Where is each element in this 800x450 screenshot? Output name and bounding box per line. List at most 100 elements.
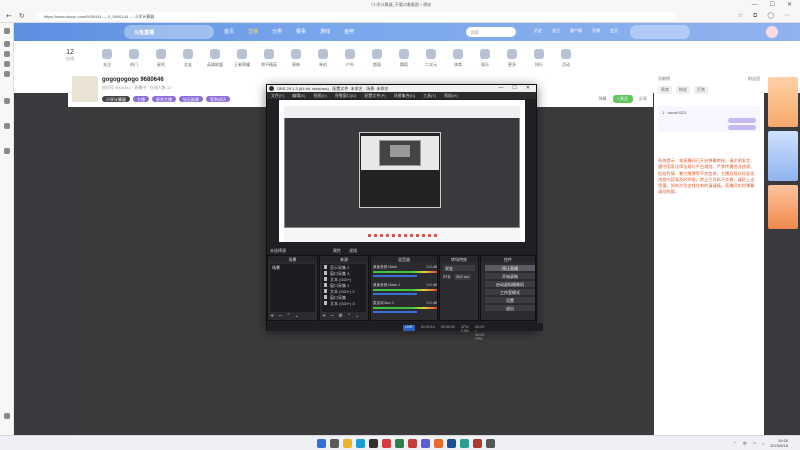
- file-explorer-icon[interactable]: [343, 439, 352, 448]
- tray-chevron-icon[interactable]: ⌃: [733, 441, 736, 446]
- volume-icon[interactable]: ♪: [762, 441, 764, 446]
- category-item[interactable]: 热门: [119, 49, 149, 68]
- duration-input[interactable]: 300 ms: [454, 274, 472, 280]
- share-button[interactable]: 分享: [639, 96, 647, 102]
- source-settings-icon[interactable]: ⚙: [338, 313, 342, 319]
- ad-banner[interactable]: [768, 131, 798, 181]
- nav-link[interactable]: 首页: [224, 28, 234, 35]
- sidebar-tabs-icon[interactable]: [4, 28, 10, 34]
- control-button[interactable]: 开始录制: [485, 273, 535, 279]
- volume-slider[interactable]: [373, 293, 417, 295]
- obs-icon[interactable]: [369, 439, 378, 448]
- favorite-icon[interactable]: ☆: [738, 12, 743, 20]
- url-field[interactable]: https://www.douyu.com/9000441 — 0_900014…: [36, 12, 676, 21]
- ad-banner[interactable]: [768, 77, 798, 127]
- obs-menu-item[interactable]: 停靠窗口(D): [335, 93, 357, 98]
- streamer-tag[interactable]: 签到成功: [206, 96, 230, 102]
- app-icon[interactable]: [473, 439, 482, 448]
- obs-maximize-button[interactable]: ☐: [512, 85, 516, 91]
- obs-close-button[interactable]: ✕: [526, 85, 530, 91]
- control-button[interactable]: 工作室模式: [485, 289, 535, 295]
- site-search-input[interactable]: 搜索: [466, 27, 516, 37]
- user-avatar[interactable]: [766, 26, 778, 38]
- source-item[interactable]: 文本 (GDI+) 3: [322, 300, 366, 306]
- close-button[interactable]: ✕: [787, 1, 792, 8]
- chat-filter-button[interactable]: 打赏: [694, 86, 708, 94]
- sidebar-apps-icon[interactable]: [4, 71, 10, 77]
- app-icon[interactable]: [447, 439, 456, 448]
- tab-rank[interactable]: 贡献榜: [658, 76, 670, 82]
- streamer-tag[interactable]: 小学计算器: [102, 96, 130, 102]
- category-item[interactable]: 交友: [173, 49, 203, 68]
- volume-slider[interactable]: [373, 311, 417, 313]
- obs-menu-item[interactable]: 配置文件(P): [364, 93, 385, 98]
- streamer-tag[interactable]: 星秀主播: [152, 96, 176, 102]
- nav-right-link[interactable]: 历史: [534, 28, 542, 34]
- app-icon[interactable]: [408, 439, 417, 448]
- sidebar-downloads-icon[interactable]: [4, 61, 10, 67]
- sidebar-history-icon[interactable]: [4, 51, 10, 57]
- remove-source-button[interactable]: −: [330, 313, 334, 319]
- streamer-avatar[interactable]: [72, 76, 98, 102]
- obs-menu-item[interactable]: 帮助(H): [444, 93, 458, 98]
- menu-icon[interactable]: ⋯: [784, 12, 790, 20]
- tab-fans[interactable]: 粉丝团: [748, 76, 760, 82]
- wifi-icon[interactable]: ◠: [753, 441, 757, 446]
- app-icon[interactable]: [434, 439, 443, 448]
- streamer-tag[interactable]: 钻石勋章: [179, 96, 203, 102]
- app-icon[interactable]: [395, 439, 404, 448]
- refresh-button[interactable]: ↻: [19, 12, 25, 20]
- input-language[interactable]: 中: [743, 441, 747, 447]
- category-item[interactable]: 和平精英: [254, 49, 284, 68]
- site-promo-banner[interactable]: [630, 25, 690, 39]
- sidebar-games-icon[interactable]: [4, 123, 10, 129]
- control-button[interactable]: 停止直播: [485, 265, 535, 271]
- search-icon[interactable]: [330, 439, 339, 448]
- category-item[interactable]: 活动: [551, 49, 581, 68]
- sidebar-gift-icon[interactable]: [4, 148, 10, 154]
- app-icon[interactable]: [382, 439, 391, 448]
- app-icon[interactable]: [421, 439, 430, 448]
- obs-menu-item[interactable]: 视图(V): [313, 93, 326, 98]
- nav-link[interactable]: 游戏: [320, 28, 330, 35]
- nav-right-link[interactable]: 开播: [592, 28, 600, 34]
- transition-select[interactable]: 渐变: [443, 265, 475, 271]
- nav-right-link[interactable]: 关注: [552, 28, 560, 34]
- category-item[interactable]: 户外: [335, 49, 365, 68]
- category-item[interactable]: 单机: [308, 49, 338, 68]
- category-item[interactable]: 娱乐: [470, 49, 500, 68]
- tray-clock[interactable]: 19:30 2023/8/18: [770, 438, 788, 448]
- maximize-button[interactable]: ☐: [770, 1, 775, 8]
- category-item[interactable]: 原神: [281, 49, 311, 68]
- nav-link[interactable]: 分类: [272, 28, 282, 35]
- obs-menu-item[interactable]: 文件(F): [271, 93, 284, 98]
- sidebar-favorites-icon[interactable]: [4, 41, 10, 47]
- control-button[interactable]: 退出: [485, 305, 535, 311]
- back-button[interactable]: ←: [6, 12, 12, 20]
- remove-scene-button[interactable]: −: [278, 313, 282, 319]
- streamer-tag[interactable]: 主播: [133, 96, 149, 102]
- scene-down-button[interactable]: ⌄: [295, 313, 299, 319]
- category-item[interactable]: 二次元: [416, 49, 446, 68]
- category-item[interactable]: 排行: [524, 49, 554, 68]
- category-item[interactable]: 王者荣耀: [227, 49, 257, 68]
- add-source-button[interactable]: +: [322, 313, 326, 319]
- control-button[interactable]: 启动虚拟摄像机: [485, 281, 535, 287]
- start-icon[interactable]: [317, 439, 326, 448]
- volume-slider[interactable]: [373, 275, 417, 277]
- obs-menu-item[interactable]: 编辑(E): [292, 93, 305, 98]
- site-logo[interactable]: 斗鱼直播: [124, 25, 214, 39]
- streamer-name[interactable]: gogogogogo 9680646: [102, 77, 164, 83]
- nav-link[interactable]: 鱼吧: [344, 28, 354, 35]
- app-icon[interactable]: [460, 439, 469, 448]
- category-item[interactable]: 星秀: [146, 49, 176, 68]
- add-scene-button[interactable]: +: [270, 313, 274, 319]
- nav-right-link[interactable]: 会员: [610, 28, 618, 34]
- scene-up-button[interactable]: ⌃: [286, 313, 290, 319]
- category-item[interactable]: 舞蹈: [389, 49, 419, 68]
- sidebar-settings-icon[interactable]: [4, 413, 10, 419]
- profile-icon[interactable]: ◯: [767, 12, 774, 20]
- app-icon[interactable]: [486, 439, 495, 448]
- danmu-toggle[interactable]: 弹幕: [599, 96, 607, 102]
- category-item[interactable]: 英雄联盟: [200, 49, 230, 68]
